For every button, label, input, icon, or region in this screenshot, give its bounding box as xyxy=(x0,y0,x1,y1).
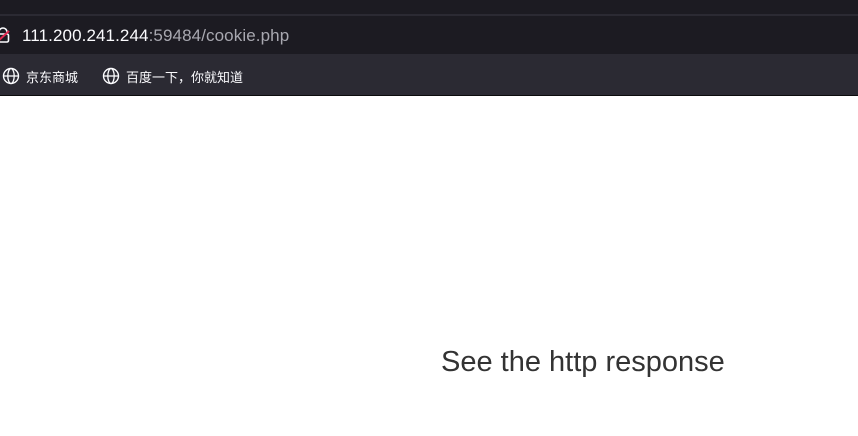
url-path: :59484/cookie.php xyxy=(148,26,290,45)
bookmarks-toolbar: 京东商城 百度一下，你就知道 xyxy=(0,56,858,96)
globe-icon xyxy=(2,67,20,85)
tab-strip xyxy=(0,0,858,14)
url-text[interactable]: 111.200.241.244:59484/cookie.php xyxy=(22,26,289,46)
bookmark-label: 百度一下，你就知道 xyxy=(126,70,244,86)
bookmark-jd[interactable]: 京东商城 xyxy=(2,66,78,86)
navigation-toolbar: 111.200.241.244:59484/cookie.php xyxy=(0,14,858,56)
bookmark-baidu[interactable]: 百度一下，你就知道 xyxy=(102,66,243,86)
page-content: See the http response xyxy=(0,96,858,436)
insecure-lock-icon[interactable] xyxy=(0,27,10,43)
bookmark-label: 京东商城 xyxy=(26,70,79,86)
globe-icon xyxy=(102,67,120,85)
page-message: See the http response xyxy=(441,346,725,378)
address-bar[interactable]: 111.200.241.244:59484/cookie.php xyxy=(0,16,858,54)
url-host: 111.200.241.244 xyxy=(22,26,149,45)
